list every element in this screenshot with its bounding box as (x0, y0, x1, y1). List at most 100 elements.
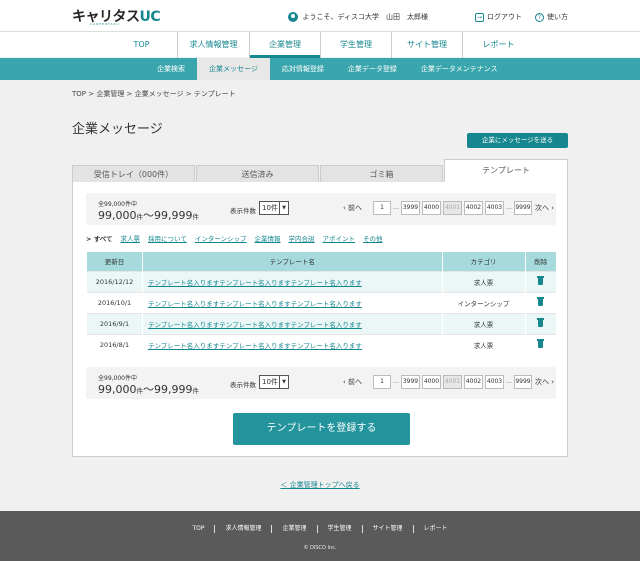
nav-job-info[interactable]: 求人情報管理 (178, 32, 250, 58)
copyright: © DISCO Inc. (303, 545, 337, 551)
back-link-wrap: ＜ 企業管理トップへ戻る (0, 480, 640, 490)
template-link[interactable]: テンプレート名入りますテンプレート名入りますテンプレート名入ります (148, 342, 362, 350)
subnav-company-message[interactable]: 企業メッセージ (197, 58, 270, 80)
row-category: 求人票 (441, 312, 525, 334)
tab-sent[interactable]: 送信済み (196, 165, 319, 183)
page-button[interactable]: 3999 (401, 201, 420, 215)
footer-link-site[interactable]: サイト管理 (363, 525, 414, 533)
user-greeting: ようこそ、ディスコ大学 山田 太郎様 (288, 12, 428, 22)
help-label: 使い方 (547, 13, 568, 21)
prev-page-link[interactable]: ‹ 前へ (343, 375, 362, 389)
chevron-down-icon: ▼ (279, 202, 288, 214)
page-button[interactable]: 9999 (514, 375, 532, 389)
col-delete: 削除 (524, 252, 556, 271)
breadcrumb: TOP > 企業管理 > 企業メッセージ > テンプレート (72, 90, 236, 98)
site-footer: TOP 求人情報管理 企業管理 学生管理 サイト管理 レポート © DISCO … (0, 511, 640, 561)
template-link[interactable]: テンプレート名入りますテンプレート名入りますテンプレート名入ります (148, 279, 362, 287)
row-date: 2016/9/1 (86, 312, 143, 334)
page-button[interactable]: 1 (373, 375, 391, 389)
table-row: 2016/10/1 テンプレート名入りますテンプレート名入りますテンプレート名入… (86, 291, 556, 313)
filter-campus-fair[interactable]: 学内合説 (289, 233, 315, 243)
sub-nav: 企業検索 企業メッセージ 応対情報登録 企業データ登録 企業データメンテナンス (0, 58, 640, 80)
per-page-label: 表示件数 (230, 381, 256, 389)
site-header: キャリタスUC CAREERTASU ようこそ、ディスコ大学 山田 太郎様 → … (0, 0, 640, 31)
current-page: 4001 (443, 201, 462, 215)
page-button[interactable]: 3999 (401, 375, 420, 389)
pager-bottom: 全99,000件中 99,000件～99,999件 表示件数 10件 ▼ ‹ 前へ… (86, 367, 556, 399)
template-link[interactable]: テンプレート名入りますテンプレート名入りますテンプレート名入ります (148, 321, 362, 329)
filter-other[interactable]: その他 (363, 233, 383, 243)
footer-link-students[interactable]: 学生管理 (318, 525, 363, 533)
page-title: 企業メッセージ (72, 122, 163, 137)
row-date: 2016/12/12 (86, 270, 143, 292)
subnav-company-data-register[interactable]: 企業データ登録 (336, 58, 409, 80)
footer-link-top[interactable]: TOP (182, 525, 216, 533)
row-date: 2016/10/1 (86, 291, 143, 313)
subnav-response-register[interactable]: 応対情報登録 (270, 58, 336, 80)
subnav-company-search[interactable]: 企業検索 (145, 58, 197, 80)
logo-subtext: CAREERTASU (90, 22, 120, 26)
nav-report[interactable]: レポート (463, 32, 534, 58)
tab-trash[interactable]: ゴミ箱 (320, 165, 443, 183)
main-nav: TOP 求人情報管理 企業管理 学生管理 サイト管理 レポート (0, 31, 640, 58)
table-row: 2016/9/1 テンプレート名入りますテンプレート名入りますテンプレート名入り… (86, 312, 556, 334)
send-message-button[interactable]: 企業にメッセージを送る (467, 133, 568, 148)
current-page: 4001 (443, 375, 462, 389)
nav-students[interactable]: 学生管理 (321, 32, 392, 58)
welcome-text: ようこそ、ディスコ大学 山田 太郎様 (302, 13, 428, 21)
row-date: 2016/8/1 (86, 333, 143, 355)
trash-icon[interactable] (537, 297, 545, 306)
logout-icon: → (475, 12, 484, 22)
next-page-link[interactable]: 次へ › (535, 201, 554, 215)
pager-top: 全99,000件中 99,000件～99,999件 表示件数 10件 ▼ ‹ 前へ… (86, 193, 556, 225)
pager-ellipsis: … (506, 378, 512, 385)
nav-company[interactable]: 企業管理 (250, 32, 321, 58)
help-link[interactable]: ? 使い方 (535, 12, 568, 22)
page-button[interactable]: 4003 (485, 201, 504, 215)
col-updated: 更新日 (86, 252, 143, 271)
tab-inbox[interactable]: 受信トレイ（000件） (72, 165, 195, 183)
filter-job-posting[interactable]: 求人票 (121, 233, 141, 243)
trash-icon[interactable] (537, 339, 545, 349)
logo-accent: UC (139, 9, 161, 25)
trash-icon[interactable] (537, 318, 545, 327)
table-row: 2016/12/12 テンプレート名入りますテンプレート名入りますテンプレート名… (86, 270, 556, 292)
page-button[interactable]: 4000 (422, 375, 441, 389)
register-template-button[interactable]: テンプレートを登録する (233, 413, 410, 445)
trash-icon[interactable] (537, 276, 545, 285)
per-page-select[interactable]: 10件 ▼ (259, 375, 289, 389)
tab-template[interactable]: テンプレート (444, 159, 568, 183)
subnav-company-data-maintenance[interactable]: 企業データメンテナンス (409, 58, 510, 80)
footer-link-job-info[interactable]: 求人情報管理 (215, 525, 273, 533)
template-link[interactable]: テンプレート名入りますテンプレート名入りますテンプレート名入ります (148, 300, 362, 308)
next-page-link[interactable]: 次へ › (535, 375, 554, 389)
page-button[interactable]: 4002 (464, 201, 483, 215)
user-icon (288, 12, 299, 22)
filter-all[interactable]: > すべて (86, 233, 113, 243)
filter-company-info[interactable]: 企業情報 (255, 233, 281, 243)
row-category: 求人票 (441, 270, 525, 292)
footer-link-company[interactable]: 企業管理 (272, 525, 318, 533)
col-template-name: テンプレート名 (142, 252, 442, 271)
logout-label: ログアウト (487, 13, 522, 21)
col-category: カテゴリ (441, 252, 525, 271)
prev-page-link[interactable]: ‹ 前へ (343, 201, 362, 215)
page-button[interactable]: 1 (373, 201, 391, 215)
filter-recruitment[interactable]: 採用について (148, 233, 187, 243)
page-button[interactable]: 9999 (514, 201, 532, 215)
pager-ellipsis: … (393, 204, 399, 211)
nav-top[interactable]: TOP (106, 32, 178, 58)
footer-link-report[interactable]: レポート (414, 525, 458, 533)
page-button[interactable]: 4000 (422, 201, 441, 215)
page-button[interactable]: 4002 (464, 375, 483, 389)
nav-site[interactable]: サイト管理 (392, 32, 463, 58)
help-icon: ? (535, 12, 544, 22)
filter-internship[interactable]: インターンシップ (195, 233, 247, 243)
filter-appointment[interactable]: アポイント (323, 233, 356, 243)
table-row: 2016/8/1 テンプレート名入りますテンプレート名入りますテンプレート名入り… (86, 333, 556, 355)
per-page-select[interactable]: 10件 ▼ (259, 201, 289, 215)
back-to-company-top-link[interactable]: ＜ 企業管理トップへ戻る (280, 481, 359, 489)
logout-link[interactable]: → ログアウト (475, 12, 522, 22)
page-button[interactable]: 4003 (485, 375, 504, 389)
pager-ellipsis: … (506, 204, 512, 211)
